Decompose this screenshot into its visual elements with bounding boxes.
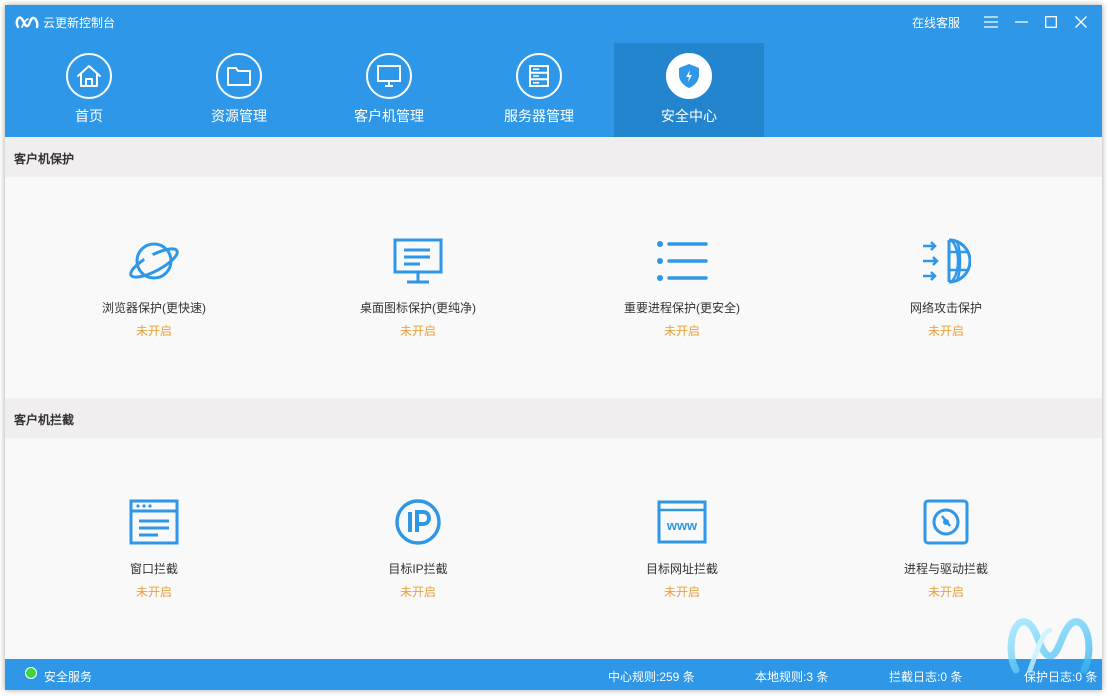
svg-text:www: www xyxy=(666,518,698,533)
app-window: 云更新控制台 在线客服 首页 资源管理 客户机管理 服务器管理 安全中心 客户机… xyxy=(5,5,1102,690)
feature-status: 未开启 xyxy=(663,324,700,338)
feature-status: 未开启 xyxy=(399,324,436,338)
feature-label: 进程与驱动拦截 xyxy=(903,562,988,576)
section-title: 客户机保护 xyxy=(14,152,75,166)
feature-process-protection[interactable]: 重要进程保护(更安全) 未开启 xyxy=(582,233,782,339)
local-rules-count[interactable]: 本地规则:3 条 xyxy=(755,668,828,685)
feature-label: 目标网址拦截 xyxy=(645,562,718,576)
tab-label: 首页 xyxy=(75,108,103,124)
section-body-client-interception: 窗口拦截 未开启 目标IP拦截 未开启 www 目标网址拦截 未开启 进程与驱动… xyxy=(5,438,1102,659)
feature-status: 未开启 xyxy=(663,585,700,599)
network-shield-icon xyxy=(918,233,974,289)
feature-status: 未开启 xyxy=(927,324,964,338)
process-list-icon xyxy=(654,233,710,289)
app-logo-icon xyxy=(15,16,39,29)
home-icon xyxy=(66,53,112,99)
driver-disk-icon xyxy=(918,494,974,550)
server-icon xyxy=(516,53,562,99)
feature-status: 未开启 xyxy=(135,585,172,599)
close-button[interactable] xyxy=(1066,5,1096,39)
feature-label: 桌面图标保护(更纯净) xyxy=(360,301,476,315)
tab-label: 服务器管理 xyxy=(504,108,574,124)
folder-icon xyxy=(216,53,262,99)
header: 云更新控制台 在线客服 首页 资源管理 客户机管理 服务器管理 安全中心 xyxy=(5,5,1102,137)
feature-label: 重要进程保护(更安全) xyxy=(624,301,740,315)
tab-security-center[interactable]: 安全中心 xyxy=(614,43,764,137)
tab-servers[interactable]: 服务器管理 xyxy=(464,43,614,137)
maximize-button[interactable] xyxy=(1036,5,1066,39)
menu-button[interactable] xyxy=(976,5,1006,39)
feature-desktop-icon-protection[interactable]: 桌面图标保护(更纯净) 未开启 xyxy=(318,233,518,339)
feature-status: 未开启 xyxy=(927,585,964,599)
section-header-client-interception: 客户机拦截 xyxy=(5,398,1102,439)
minimize-button[interactable] xyxy=(1006,5,1036,39)
tab-clients[interactable]: 客户机管理 xyxy=(314,43,464,137)
shield-icon xyxy=(666,53,712,99)
tab-resources[interactable]: 资源管理 xyxy=(164,43,314,137)
ip-icon xyxy=(390,494,446,550)
feature-status: 未开启 xyxy=(399,585,436,599)
feature-label: 浏览器保护(更快速) xyxy=(102,301,206,315)
monitor-icon xyxy=(366,53,412,99)
online-service-link[interactable]: 在线客服 xyxy=(912,14,960,31)
section-title: 客户机拦截 xyxy=(14,413,75,427)
close-icon xyxy=(1075,16,1087,28)
window-icon xyxy=(126,494,182,550)
section-header-client-protection: 客户机保护 xyxy=(5,137,1102,178)
minimize-icon xyxy=(1014,21,1028,23)
main-nav: 首页 资源管理 客户机管理 服务器管理 安全中心 xyxy=(5,43,1102,137)
maximize-icon xyxy=(1045,16,1057,28)
feature-label: 窗口拦截 xyxy=(129,562,178,576)
tab-home[interactable]: 首页 xyxy=(14,43,164,137)
feature-network-attack-protection[interactable]: 网络攻击保护 未开启 xyxy=(846,233,1046,339)
feature-label: 网络攻击保护 xyxy=(909,301,982,315)
tab-label: 安全中心 xyxy=(661,108,717,124)
protect-log-count[interactable]: 保护日志:0 条 xyxy=(1024,668,1097,685)
app-title: 云更新控制台 xyxy=(43,16,116,30)
browser-planet-icon xyxy=(126,233,182,289)
feature-status: 未开启 xyxy=(135,324,172,338)
tab-label: 资源管理 xyxy=(211,108,267,124)
www-icon: www xyxy=(654,494,710,550)
section-body-client-protection: 浏览器保护(更快速) 未开启 桌面图标保护(更纯净) 未开启 重要进程保护(更安… xyxy=(5,177,1102,398)
feature-url-interception[interactable]: www 目标网址拦截 未开启 xyxy=(582,494,782,600)
block-log-count[interactable]: 拦截日志:0 条 xyxy=(889,668,962,685)
feature-process-driver-interception[interactable]: 进程与驱动拦截 未开启 xyxy=(846,494,1046,600)
center-rules-count[interactable]: 中心规则:259 条 xyxy=(608,668,695,685)
security-service-status: 安全服务 xyxy=(44,670,93,684)
status-bar: 安全服务 中心规则:259 条 本地规则:3 条 拦截日志:0 条 保护日志:0… xyxy=(5,659,1102,690)
tab-label: 客户机管理 xyxy=(354,108,424,124)
service-online-indicator xyxy=(25,667,37,679)
menu-icon xyxy=(984,16,998,28)
feature-label: 目标IP拦截 xyxy=(388,562,448,576)
title-bar[interactable]: 云更新控制台 在线客服 xyxy=(5,5,1102,39)
feature-browser-protection[interactable]: 浏览器保护(更快速) 未开启 xyxy=(54,233,254,339)
feature-window-interception[interactable]: 窗口拦截 未开启 xyxy=(54,494,254,600)
desktop-monitor-icon xyxy=(390,233,446,289)
feature-ip-interception[interactable]: 目标IP拦截 未开启 xyxy=(318,494,518,600)
title-bar-controls: 在线客服 xyxy=(912,5,1096,39)
